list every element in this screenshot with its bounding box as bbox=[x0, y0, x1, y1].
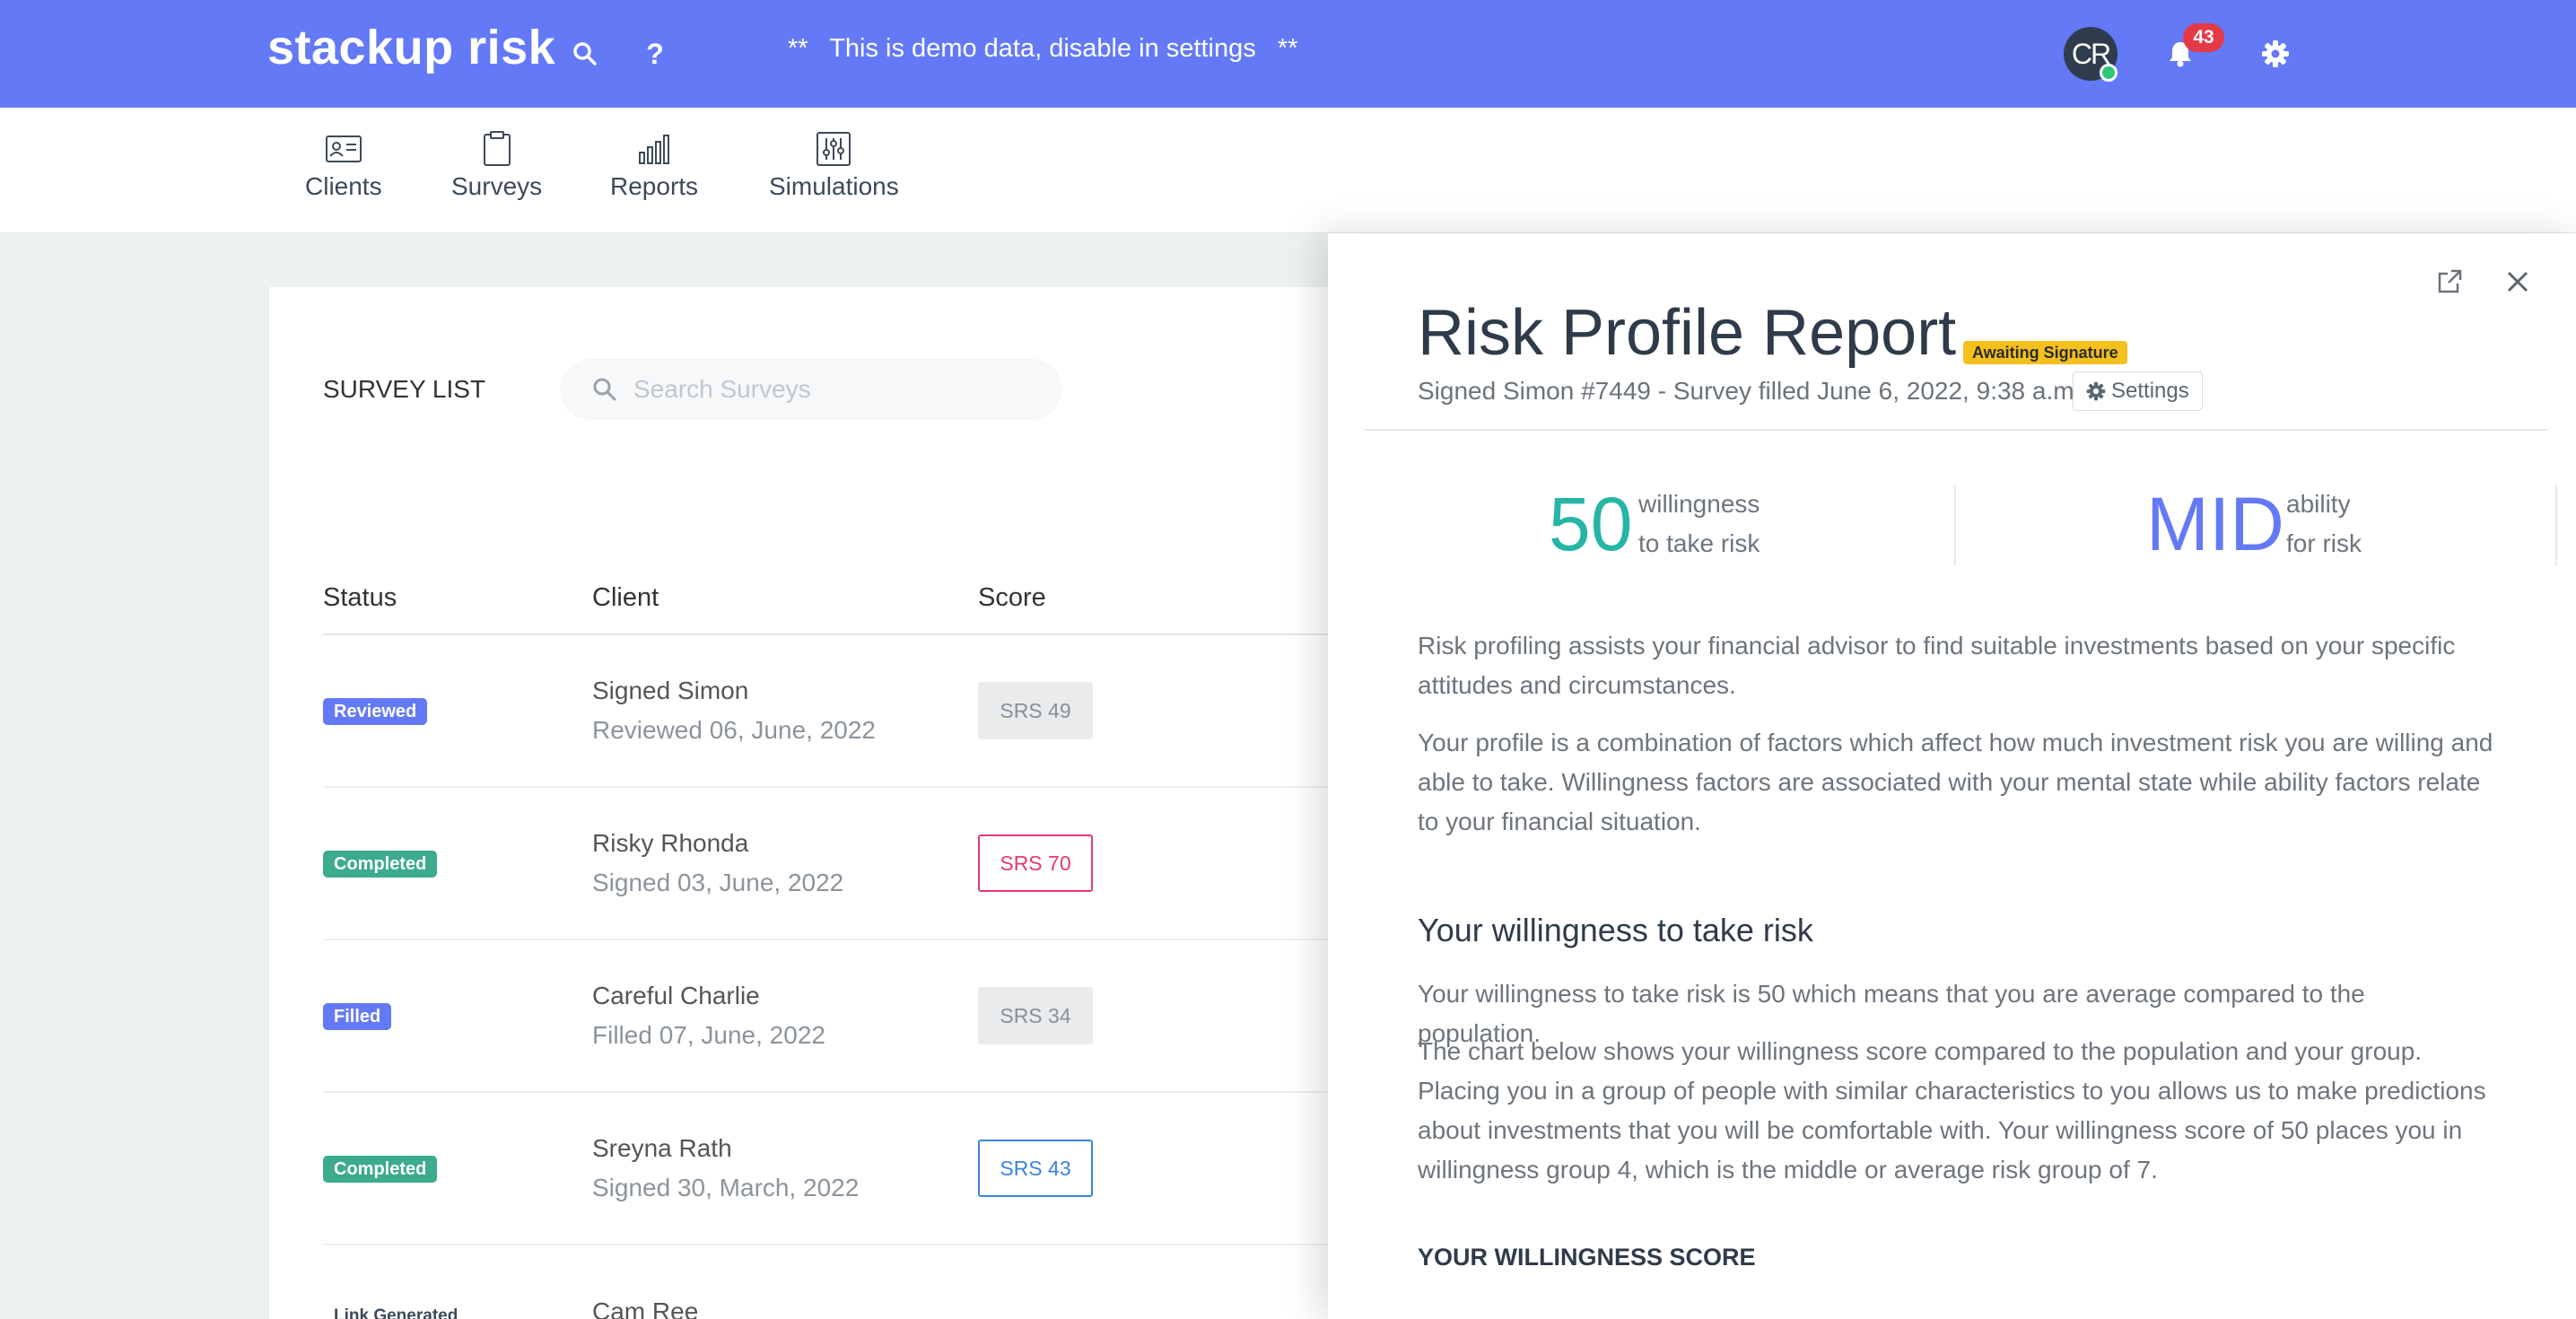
ability-label-line1: ability bbox=[2286, 490, 2351, 518]
nav-item-simulations[interactable]: Simulations bbox=[769, 131, 899, 201]
willingness-score-heading: YOUR WILLINGNESS SCORE bbox=[1418, 1244, 1756, 1271]
app-logo[interactable]: stackup risk bbox=[267, 20, 555, 75]
nav-item-label: Reports bbox=[610, 172, 699, 200]
willingness-label-line2: to take risk bbox=[1638, 529, 1760, 557]
gear-icon[interactable] bbox=[2257, 36, 2293, 72]
column-header-status[interactable]: Status bbox=[323, 583, 397, 613]
nav-item-label: Clients bbox=[305, 172, 382, 200]
client-name[interactable]: Risky Rhonda bbox=[592, 829, 748, 858]
status-badge: Completed bbox=[323, 851, 438, 878]
gear-icon bbox=[2086, 381, 2106, 401]
column-header-client[interactable]: Client bbox=[592, 583, 659, 613]
status-badge: Link Generated bbox=[323, 1303, 469, 1319]
status-badge: Completed bbox=[323, 1156, 438, 1183]
search-surveys-input[interactable] bbox=[633, 375, 1028, 404]
demo-notice: ** This is demo data, disable in setting… bbox=[788, 34, 1298, 63]
intro-paragraph-1: Risk profiling assists your financial ad… bbox=[1418, 632, 2456, 699]
status-badge: Filled bbox=[323, 1003, 392, 1030]
row-divider bbox=[323, 786, 1328, 788]
ability-score: MID bbox=[2146, 482, 2284, 566]
search-surveys-box[interactable] bbox=[560, 359, 1062, 420]
score-badge[interactable]: SRS 43 bbox=[978, 1140, 1093, 1197]
row-divider bbox=[323, 939, 1328, 940]
stats-divider bbox=[2555, 485, 2557, 565]
willingness-section-title: Your willingness to take risk bbox=[1418, 912, 1813, 948]
close-icon[interactable] bbox=[2500, 264, 2536, 300]
column-header-score[interactable]: Score bbox=[978, 583, 1046, 613]
bar-chart-icon bbox=[639, 135, 670, 164]
nav-item-label: Simulations bbox=[769, 172, 899, 200]
ability-label-line2: for risk bbox=[2286, 529, 2362, 557]
score-badge[interactable]: SRS 70 bbox=[978, 834, 1093, 892]
search-icon[interactable] bbox=[567, 36, 603, 72]
top-bar: stackup risk ? ** This is demo data, dis… bbox=[0, 0, 2576, 108]
client-status-date: Signed 30, March, 2022 bbox=[592, 1174, 860, 1201]
score-badge[interactable]: SRS 34 bbox=[978, 987, 1093, 1044]
client-status-date: Signed 03, June, 2022 bbox=[592, 869, 844, 896]
settings-label: Settings bbox=[2111, 379, 2189, 403]
willingness-paragraph-2: The chart below shows your willingness s… bbox=[1418, 1037, 2486, 1184]
row-divider bbox=[323, 1091, 1328, 1093]
row-divider bbox=[323, 1244, 1328, 1245]
client-name[interactable]: Careful Charlie bbox=[592, 982, 760, 1010]
score-badge[interactable]: SRS 49 bbox=[978, 682, 1093, 739]
intro-paragraph-2: Your profile is a combination of factors… bbox=[1418, 729, 2493, 835]
nav-item-label: Surveys bbox=[451, 172, 543, 200]
survey-list-card bbox=[269, 287, 1436, 1319]
nav-item-clients[interactable]: Clients bbox=[305, 131, 382, 201]
report-subtitle: Signed Simon #7449 - Survey filled June … bbox=[1418, 377, 2082, 405]
willingness-label-line1: willingness bbox=[1638, 490, 1760, 518]
clipboard-icon bbox=[483, 131, 511, 166]
nav-item-reports[interactable]: Reports bbox=[610, 131, 698, 201]
client-name[interactable]: Signed Simon bbox=[592, 677, 748, 705]
sliders-icon bbox=[816, 132, 851, 166]
online-status-dot bbox=[2100, 64, 2118, 82]
open-external-icon[interactable] bbox=[2432, 264, 2467, 300]
stats-divider bbox=[1954, 485, 1956, 565]
client-status-date: Reviewed 06, June, 2022 bbox=[592, 716, 876, 744]
header-divider bbox=[323, 633, 1328, 635]
help-icon[interactable]: ? bbox=[637, 36, 673, 72]
survey-list-title: SURVEY LIST bbox=[323, 375, 486, 403]
report-header-divider bbox=[1364, 429, 2548, 431]
status-badge: Reviewed bbox=[323, 698, 428, 725]
notification-count-badge: 43 bbox=[2183, 23, 2224, 52]
client-name[interactable]: Sreyna Rath bbox=[592, 1134, 732, 1163]
willingness-score: 50 bbox=[1549, 482, 1633, 566]
client-status-date: Filled 07, June, 2022 bbox=[592, 1021, 825, 1049]
id-card-icon bbox=[325, 135, 362, 162]
search-icon bbox=[593, 378, 616, 401]
nav-item-surveys[interactable]: Surveys bbox=[451, 131, 542, 201]
report-settings-button[interactable]: Settings bbox=[2073, 371, 2203, 411]
report-title: Risk Profile Report bbox=[1418, 297, 1957, 369]
awaiting-signature-badge: Awaiting Signature bbox=[1963, 341, 2127, 364]
main-nav: Clients Surveys Reports Simulations bbox=[0, 108, 2576, 233]
client-name[interactable]: Cam Ree bbox=[592, 1297, 698, 1319]
